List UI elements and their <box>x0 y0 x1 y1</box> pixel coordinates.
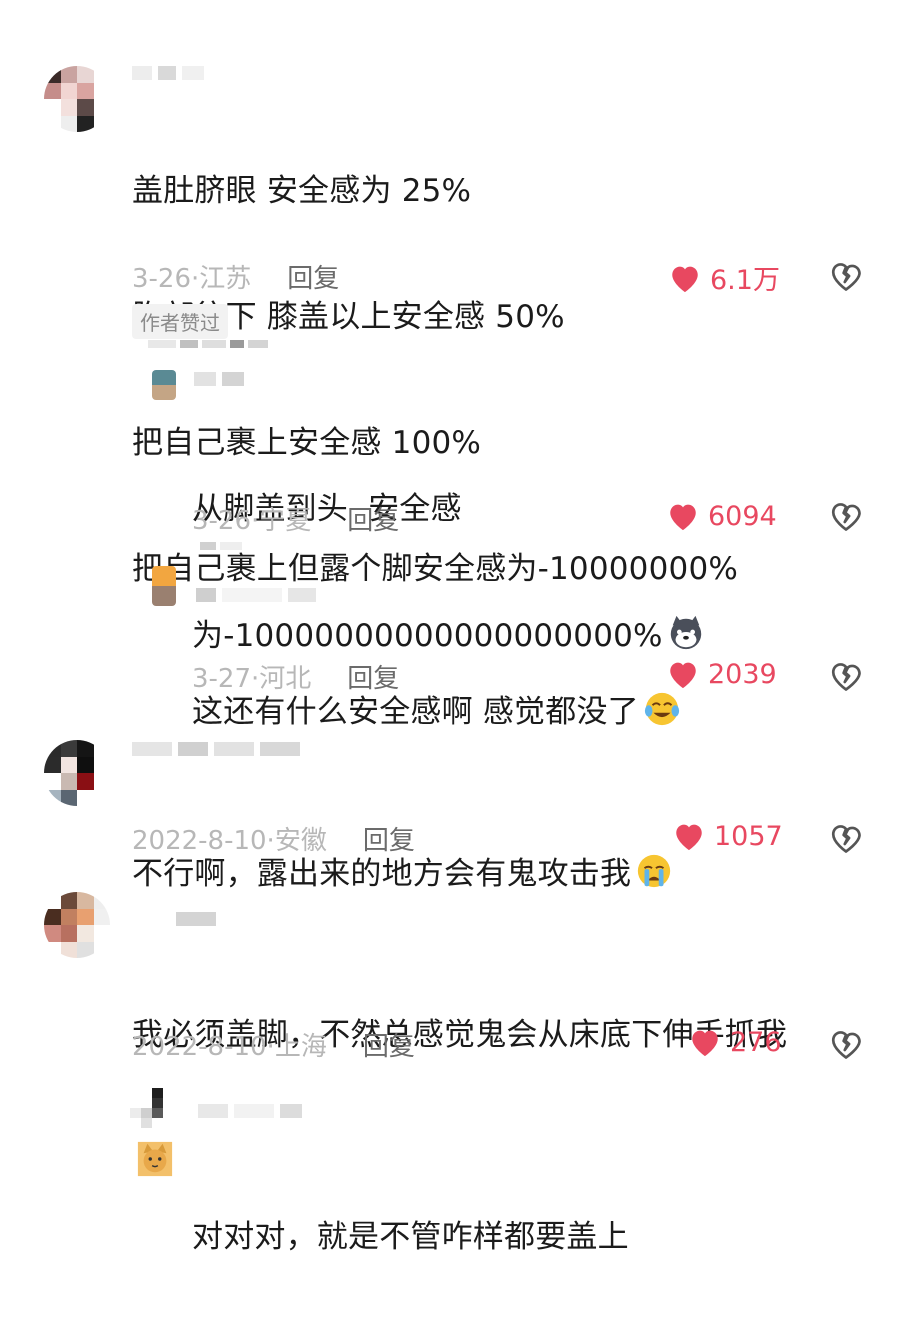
broken-heart-icon[interactable] <box>828 820 864 856</box>
heart-icon <box>672 266 698 292</box>
date-location: 3-26·江苏 <box>132 264 252 294</box>
comment-meta: 3-27·河北 回复 <box>192 658 399 695</box>
like-button[interactable]: 2039 <box>666 658 777 690</box>
like-count: 276 <box>730 1026 782 1058</box>
obscured-strip <box>200 542 242 550</box>
like-count: 1057 <box>714 820 783 852</box>
reply-button[interactable]: 回复 <box>363 1026 415 1063</box>
nickname-obscured[interactable] <box>176 912 216 926</box>
reply-button[interactable]: 回复 <box>347 500 399 537</box>
nickname-obscured[interactable] <box>194 372 244 386</box>
heart-icon <box>670 504 696 531</box>
comment-line: 不行啊，露出来的地方会有鬼攻击我 <box>132 852 673 895</box>
avatar[interactable] <box>44 66 110 132</box>
crying-emoji <box>638 854 671 888</box>
like-count: 6.1万 <box>710 265 780 296</box>
comment-line: 对对对，就是不管咋样都要盖上 <box>192 1219 629 1255</box>
date-location: 3-26·宁夏 <box>192 506 312 536</box>
crying-laughing-emoji <box>644 692 679 726</box>
comment-text: 对对对，就是不管咋样都要盖上 <box>192 1132 629 1342</box>
obscured-strip <box>148 340 268 348</box>
like-count: 2039 <box>708 658 777 690</box>
heart-icon <box>670 662 696 689</box>
like-button[interactable]: 1057 <box>672 820 783 852</box>
reply-button[interactable]: 回复 <box>347 658 399 695</box>
broken-heart-icon[interactable] <box>828 498 864 534</box>
like-count: 6094 <box>708 500 777 532</box>
cat-emoji <box>137 1141 173 1177</box>
avatar[interactable] <box>152 566 176 606</box>
comment-line: 盖肚脐眼 安全感为 25% <box>132 173 472 209</box>
avatar[interactable] <box>44 892 110 958</box>
heart-icon <box>692 1030 718 1057</box>
date-location: 2022-8-10·安徽 <box>132 826 327 856</box>
broken-heart-icon[interactable] <box>828 658 864 694</box>
like-button[interactable]: 276 <box>688 1026 782 1058</box>
heart-icon <box>676 824 702 851</box>
nickname-obscured[interactable] <box>198 1104 302 1118</box>
comment-meta: 3-26·江苏 回复 <box>132 258 339 295</box>
reply-button[interactable]: 回复 <box>363 820 415 857</box>
author-liked-badge: 作者赞过 <box>132 304 228 339</box>
comment-meta: 2022-8-10·上海 回复 <box>132 1026 415 1063</box>
comment-line: 这还有什么安全感啊 感觉都没了 <box>192 690 681 733</box>
date-location: 3-27·河北 <box>192 664 312 694</box>
avatar[interactable] <box>44 740 110 806</box>
nickname-obscured[interactable] <box>196 588 316 602</box>
comment-meta: 2022-8-10·安徽 回复 <box>132 820 415 857</box>
avatar[interactable] <box>152 370 176 400</box>
like-button[interactable]: 6.1万 <box>668 258 780 297</box>
broken-heart-icon[interactable] <box>828 258 864 294</box>
reply-button[interactable]: 回复 <box>287 258 339 295</box>
nickname-obscured[interactable] <box>132 66 204 80</box>
broken-heart-icon[interactable] <box>828 1026 864 1062</box>
like-button[interactable]: 6094 <box>666 500 777 532</box>
comment-meta: 3-26·宁夏 回复 <box>192 500 399 537</box>
date-location: 2022-8-10·上海 <box>132 1032 327 1062</box>
nickname-obscured[interactable] <box>132 742 300 756</box>
avatar[interactable] <box>130 1088 174 1128</box>
